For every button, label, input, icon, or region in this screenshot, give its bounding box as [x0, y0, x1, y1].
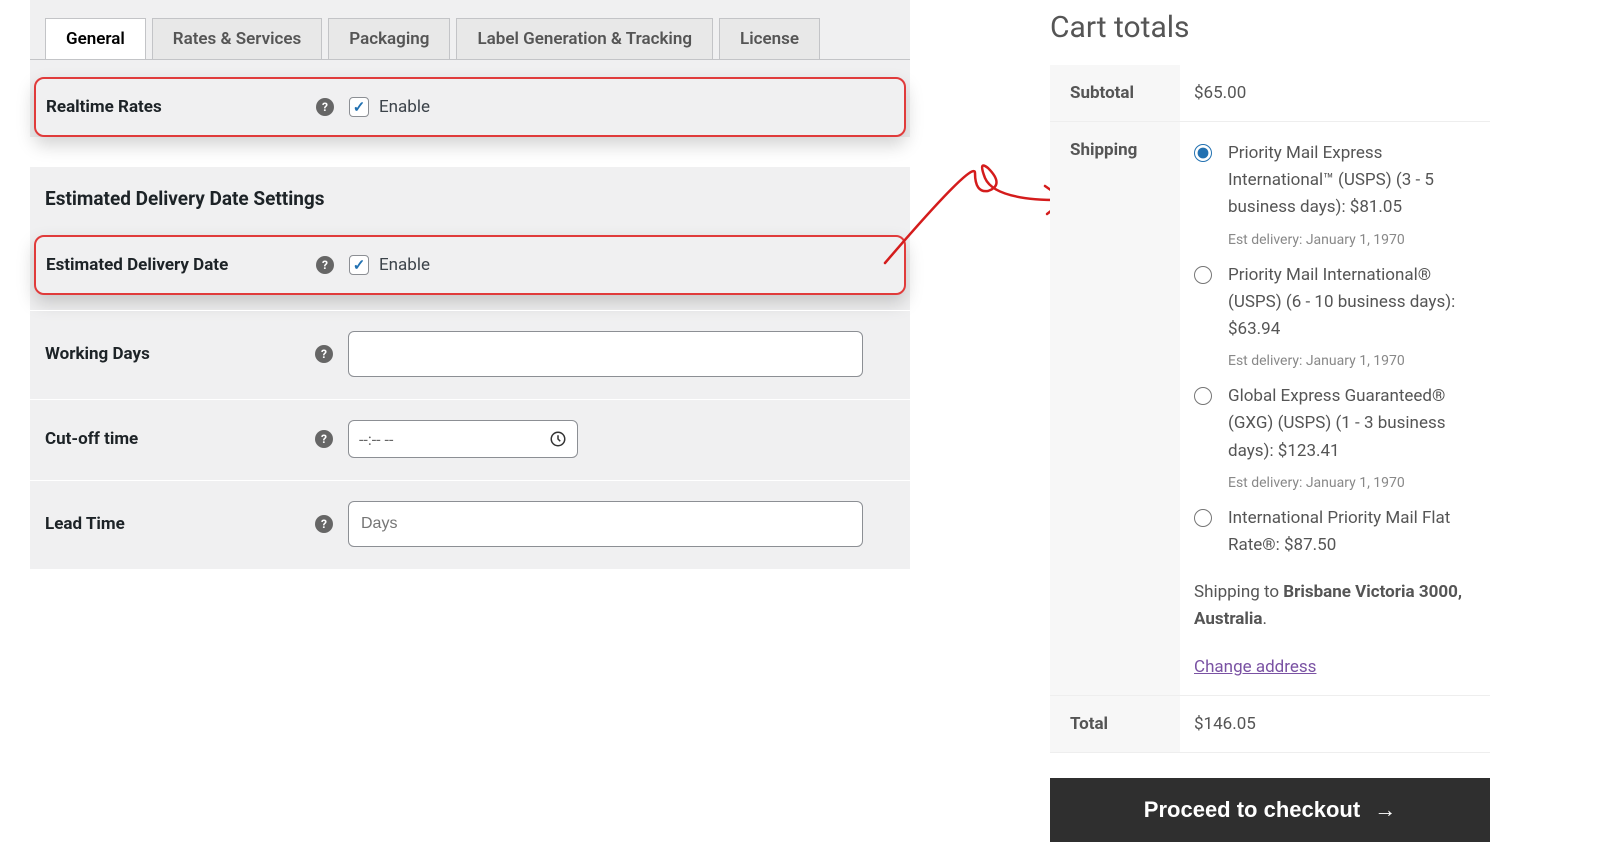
shipping-option-radio[interactable] — [1194, 509, 1212, 527]
help-icon[interactable]: ? — [316, 98, 334, 116]
realtime-rates-checkbox[interactable] — [349, 97, 369, 117]
tab-general[interactable]: General — [45, 18, 146, 59]
tab-license[interactable]: License — [719, 18, 820, 59]
help-icon[interactable]: ? — [316, 256, 334, 274]
shipping-option-text: Priority Mail International® (USPS) (6 -… — [1228, 262, 1476, 344]
lead-time-row: Lead Time ? — [30, 480, 910, 569]
arrow-right-icon: → — [1374, 797, 1396, 823]
realtime-rates-label: Realtime Rates — [46, 97, 316, 117]
shipping-option: Priority Mail International® (USPS) (6 -… — [1194, 262, 1476, 344]
cart-totals-title: Cart totals — [1050, 10, 1490, 45]
total-value: $146.05 — [1180, 696, 1490, 753]
total-label: Total — [1050, 696, 1180, 753]
tab-label-generation[interactable]: Label Generation & Tracking — [456, 18, 713, 59]
edd-section-header: Estimated Delivery Date Settings — [30, 167, 910, 218]
shipping-option: Global Express Guaranteed® (GXG) (USPS) … — [1194, 383, 1476, 465]
shipping-option-radio[interactable] — [1194, 387, 1212, 405]
est-delivery-text: Est delivery: January 1, 1970 — [1228, 232, 1476, 248]
shipping-option-text: Priority Mail Express International™ (US… — [1228, 140, 1476, 222]
est-delivery-text: Est delivery: January 1, 1970 — [1228, 475, 1476, 491]
clock-icon — [549, 430, 567, 448]
working-days-label: Working Days — [45, 344, 315, 364]
shipping-option-radio[interactable] — [1194, 144, 1212, 162]
checkout-button-label: Proceed to checkout — [1144, 797, 1360, 823]
shipping-option-radio[interactable] — [1194, 266, 1212, 284]
help-icon[interactable]: ? — [315, 515, 333, 533]
working-days-input[interactable] — [348, 331, 863, 377]
shipping-label: Shipping — [1050, 122, 1180, 696]
est-delivery-text: Est delivery: January 1, 1970 — [1228, 353, 1476, 369]
help-icon[interactable]: ? — [315, 430, 333, 448]
lead-time-label: Lead Time — [45, 514, 315, 534]
tab-packaging[interactable]: Packaging — [328, 18, 450, 59]
cart-totals-table: Subtotal $65.00 Shipping Priority Mail E… — [1050, 65, 1490, 753]
cutoff-time-input[interactable]: --:-- -- — [348, 420, 578, 458]
estimated-delivery-date-row: Estimated Delivery Date ? Enable — [34, 235, 906, 295]
shipping-option: Priority Mail Express International™ (US… — [1194, 140, 1476, 222]
settings-tabs: General Rates & Services Packaging Label… — [30, 0, 910, 60]
estimated-delivery-date-checkbox[interactable] — [349, 255, 369, 275]
shipping-option-text: International Priority Mail Flat Rate®: … — [1228, 505, 1476, 559]
estimated-delivery-date-enable-label: Enable — [379, 255, 430, 275]
subtotal-value: $65.00 — [1180, 65, 1490, 122]
estimated-delivery-date-label: Estimated Delivery Date — [46, 255, 316, 275]
working-days-row: Working Days ? — [30, 310, 910, 399]
shipping-to-text: Shipping to Brisbane Victoria 3000, Aust… — [1194, 579, 1476, 633]
lead-time-input[interactable] — [348, 501, 863, 547]
shipping-option: International Priority Mail Flat Rate®: … — [1194, 505, 1476, 559]
help-icon[interactable]: ? — [315, 345, 333, 363]
proceed-to-checkout-button[interactable]: Proceed to checkout → — [1050, 778, 1490, 842]
realtime-rates-enable-label: Enable — [379, 97, 430, 117]
realtime-rates-row: Realtime Rates ? Enable — [34, 77, 906, 137]
cutoff-time-placeholder: --:-- -- — [359, 430, 393, 449]
subtotal-label: Subtotal — [1050, 65, 1180, 122]
change-address-link[interactable]: Change address — [1194, 657, 1316, 677]
cutoff-time-row: Cut-off time ? --:-- -- — [30, 399, 910, 480]
shipping-option-text: Global Express Guaranteed® (GXG) (USPS) … — [1228, 383, 1476, 465]
tab-rates-services[interactable]: Rates & Services — [152, 18, 323, 59]
cutoff-time-label: Cut-off time — [45, 429, 315, 449]
